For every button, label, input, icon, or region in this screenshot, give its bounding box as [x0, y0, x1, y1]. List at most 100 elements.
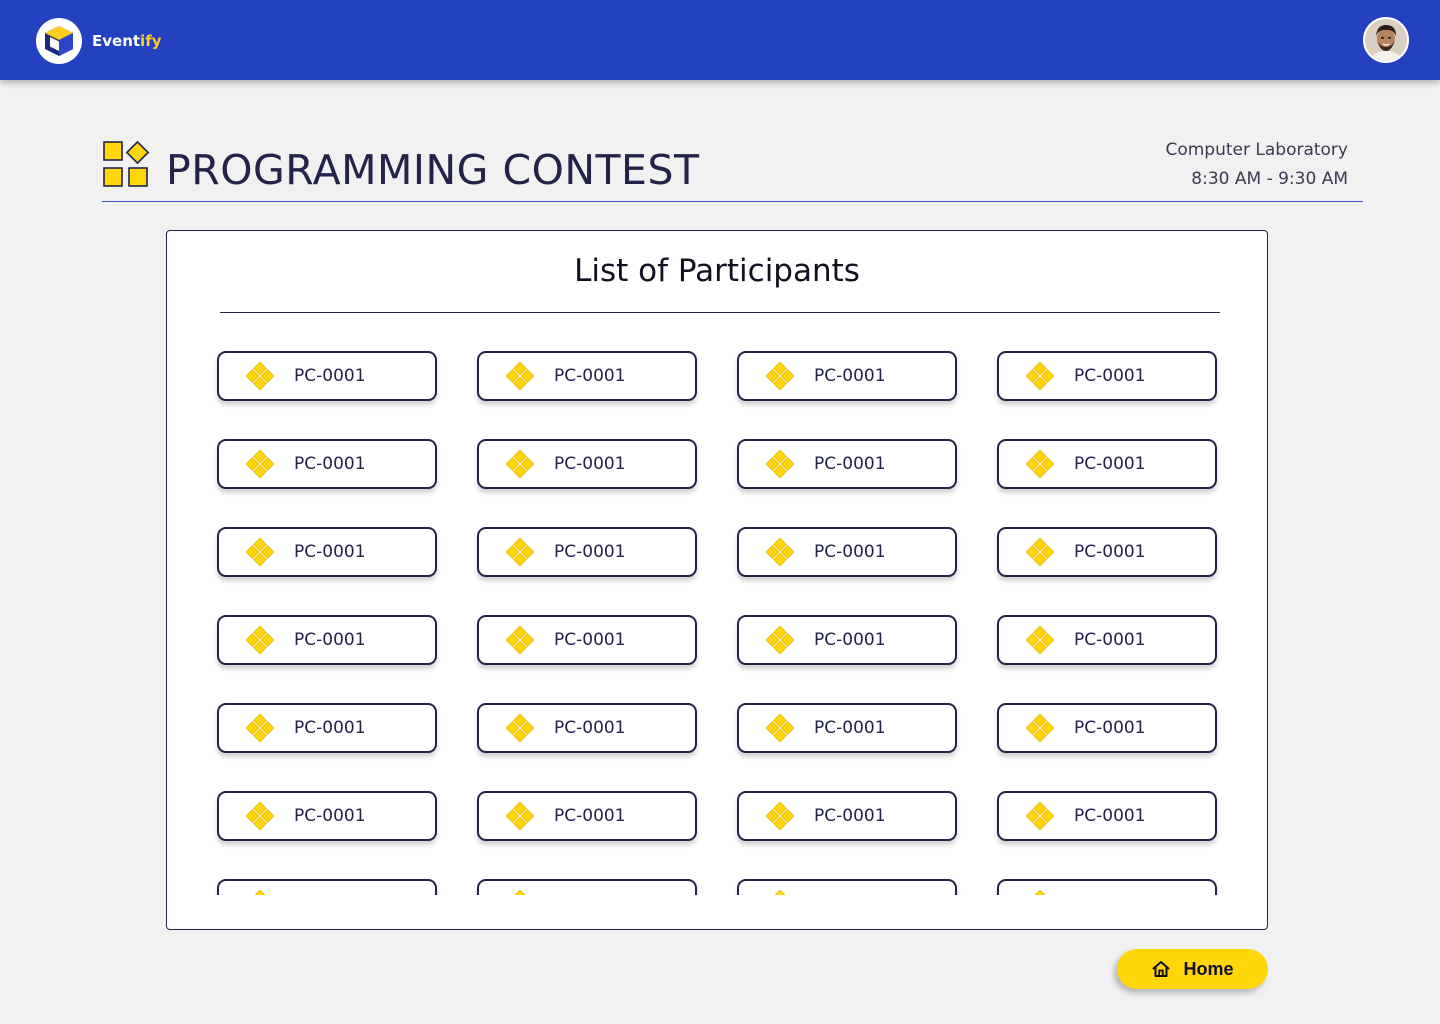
diamond-cluster-icon — [245, 801, 275, 831]
diamond-cluster-icon — [765, 625, 795, 655]
home-button[interactable]: Home — [1117, 949, 1268, 989]
event-meta: Computer Laboratory 8:30 AM - 9:30 AM — [1165, 136, 1348, 194]
divider — [220, 312, 1220, 313]
brand-name: Eventify — [92, 32, 162, 50]
participant-id: PC-0001 — [1074, 806, 1146, 826]
page-title: PROGRAMMING CONTEST — [166, 146, 700, 194]
participant-card[interactable]: PC-0001 — [217, 351, 437, 401]
participant-card[interactable]: PC-0001 — [737, 879, 957, 895]
participant-id: PC-0001 — [814, 894, 886, 895]
top-navbar: Eventify — [0, 0, 1440, 80]
participant-id: PC-0001 — [294, 630, 366, 650]
participant-id: PC-0001 — [814, 366, 886, 386]
diamond-cluster-icon — [1025, 625, 1055, 655]
participant-card[interactable]: PC-0001 — [737, 351, 957, 401]
participant-card[interactable]: PC-0001 — [217, 615, 437, 665]
participant-id: PC-0001 — [814, 718, 886, 738]
home-button-label: Home — [1183, 958, 1234, 979]
participant-id: PC-0001 — [294, 454, 366, 474]
brand-name-suffix: ify — [140, 32, 162, 50]
participant-card[interactable]: PC-0001 — [997, 791, 1217, 841]
participant-card[interactable]: PC-0001 — [737, 527, 957, 577]
participant-id: PC-0001 — [1074, 454, 1146, 474]
participant-id: PC-0001 — [814, 630, 886, 650]
participant-card[interactable]: PC-0001 — [997, 351, 1217, 401]
brand-logo-link[interactable]: Eventify — [36, 18, 162, 64]
participant-card[interactable]: PC-0001 — [477, 527, 697, 577]
participant-id: PC-0001 — [554, 718, 626, 738]
diamond-cluster-icon — [505, 361, 535, 391]
participant-card[interactable]: PC-0001 — [477, 615, 697, 665]
diamond-cluster-icon — [505, 625, 535, 655]
diamond-cluster-icon — [245, 449, 275, 479]
diamond-cluster-icon — [1026, 889, 1054, 895]
diamond-cluster-icon — [506, 889, 534, 895]
participant-card[interactable]: PC-0001 — [477, 879, 697, 895]
diamond-cluster-icon — [765, 361, 795, 391]
diamond-cluster-icon — [1025, 537, 1055, 567]
participant-card[interactable]: PC-0001 — [477, 791, 697, 841]
participants-panel: List of Participants PC-0001 PC-0001 PC-00… — [166, 230, 1268, 930]
participant-card[interactable]: PC-0001 — [477, 439, 697, 489]
event-time: 8:30 AM - 9:30 AM — [1191, 169, 1348, 189]
diamond-cluster-icon — [1025, 801, 1055, 831]
shapes-icon — [102, 140, 150, 188]
participant-id: PC-0001 — [294, 542, 366, 562]
participant-card[interactable]: PC-0001 — [217, 527, 437, 577]
participant-card[interactable]: PC-0001 — [997, 527, 1217, 577]
participant-id: PC-0001 — [814, 542, 886, 562]
diamond-cluster-icon — [246, 889, 274, 895]
participant-card[interactable]: PC-0001 — [217, 879, 437, 895]
participant-card[interactable]: PC-0001 — [997, 703, 1217, 753]
diamond-cluster-icon — [765, 713, 795, 743]
participant-card[interactable]: PC-0001 — [737, 791, 957, 841]
diamond-cluster-icon — [1025, 713, 1055, 743]
diamond-cluster-icon — [505, 449, 535, 479]
participant-id: PC-0001 — [554, 806, 626, 826]
participant-id: PC-0001 — [1074, 366, 1146, 386]
diamond-cluster-icon — [245, 537, 275, 567]
participant-id: PC-0001 — [1074, 542, 1146, 562]
participant-id: PC-0001 — [554, 454, 626, 474]
diamond-cluster-icon — [1025, 449, 1055, 479]
participant-card[interactable]: PC-0001 — [997, 615, 1217, 665]
home-icon — [1151, 959, 1171, 979]
participant-id: PC-0001 — [294, 718, 366, 738]
participant-card[interactable]: PC-0001 — [477, 351, 697, 401]
diamond-cluster-icon — [505, 713, 535, 743]
participant-card[interactable]: PC-0001 — [217, 703, 437, 753]
diamond-cluster-icon — [765, 801, 795, 831]
diamond-cluster-icon — [1025, 361, 1055, 391]
participant-card[interactable]: PC-0001 — [217, 439, 437, 489]
participant-card[interactable]: PC-0001 — [737, 615, 957, 665]
event-location: Computer Laboratory — [1165, 140, 1348, 160]
brand-name-prefix: Event — [92, 32, 141, 50]
diamond-cluster-icon — [245, 361, 275, 391]
panel-title: List of Participants — [574, 253, 860, 289]
participant-id: PC-0001 — [554, 894, 626, 895]
participant-id: PC-0001 — [294, 894, 366, 895]
diamond-cluster-icon — [505, 801, 535, 831]
participant-id: PC-0001 — [554, 630, 626, 650]
event-header: PROGRAMMING CONTEST Computer Laboratory … — [102, 132, 1363, 202]
diamond-cluster-icon — [245, 713, 275, 743]
diamond-cluster-icon — [245, 625, 275, 655]
participant-id: PC-0001 — [814, 454, 886, 474]
user-avatar[interactable] — [1363, 17, 1409, 63]
participants-scroll-area[interactable]: PC-0001 PC-0001 PC-0001 PC-0001 PC-0001 PC-00… — [207, 341, 1227, 895]
diamond-cluster-icon — [765, 449, 795, 479]
participant-id: PC-0001 — [294, 366, 366, 386]
diamond-cluster-icon — [505, 537, 535, 567]
cube-logo-icon — [36, 18, 82, 64]
participant-id: PC-0001 — [1074, 630, 1146, 650]
participant-id: PC-0001 — [554, 542, 626, 562]
participant-card[interactable]: PC-0001 — [997, 879, 1217, 895]
participant-id: PC-0001 — [1074, 718, 1146, 738]
participant-card[interactable]: PC-0001 — [997, 439, 1217, 489]
diamond-cluster-icon — [765, 537, 795, 567]
participant-grid: PC-0001 PC-0001 PC-0001 PC-0001 PC-0001 PC-00… — [207, 341, 1227, 895]
participant-card[interactable]: PC-0001 — [737, 703, 957, 753]
participant-card[interactable]: PC-0001 — [477, 703, 697, 753]
participant-card[interactable]: PC-0001 — [217, 791, 437, 841]
participant-card[interactable]: PC-0001 — [737, 439, 957, 489]
